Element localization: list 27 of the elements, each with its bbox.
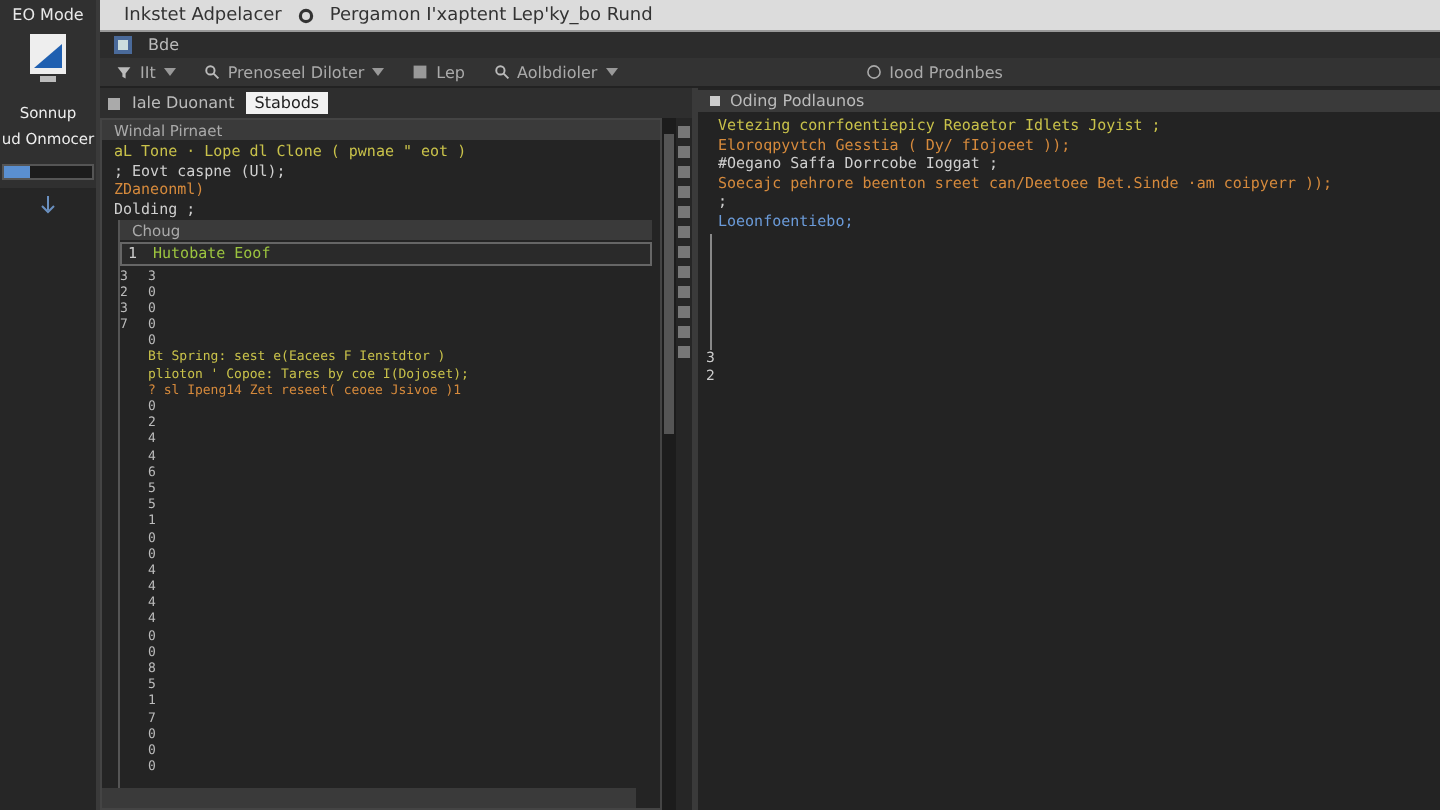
window-subtitle: Pergamon I'xaptent Lep'ky_bo Rund <box>329 5 653 25</box>
monitor-icon <box>28 32 68 84</box>
toolbar-button[interactable]: Lep <box>436 63 465 81</box>
toolbar-button[interactable]: Iood Prodnbes <box>889 63 1003 81</box>
caret-icon <box>163 68 176 76</box>
sidebar-title: EO Mode <box>12 6 84 24</box>
download-icon[interactable] <box>40 196 56 216</box>
search-icon <box>203 64 220 80</box>
menu-item[interactable]: Bde <box>144 36 183 54</box>
window-title: Inkstet Adpelacer <box>124 5 282 25</box>
tab[interactable]: Iale Duonant <box>124 92 243 114</box>
caret-icon <box>372 68 385 76</box>
circle-icon <box>865 64 882 80</box>
funnel-icon <box>116 64 132 80</box>
panel-title: Oding Podlaunos <box>730 92 865 110</box>
tab[interactable]: Stabods <box>246 92 328 114</box>
scrollbar-thumb[interactable] <box>664 134 674 434</box>
horizontal-scrollbar[interactable] <box>102 788 636 808</box>
app-icon[interactable] <box>114 36 132 54</box>
search-icon <box>493 64 509 80</box>
square-icon <box>412 64 429 80</box>
toolbar-dropdown[interactable]: IIt <box>140 63 156 81</box>
toolbar-dropdown[interactable]: Prenoseel Diloter <box>227 63 365 81</box>
caret-icon <box>605 68 618 76</box>
square-icon <box>710 96 720 106</box>
toolbar-dropdown[interactable]: Aolbdioler <box>517 63 598 81</box>
slider-fill[interactable] <box>4 166 31 178</box>
